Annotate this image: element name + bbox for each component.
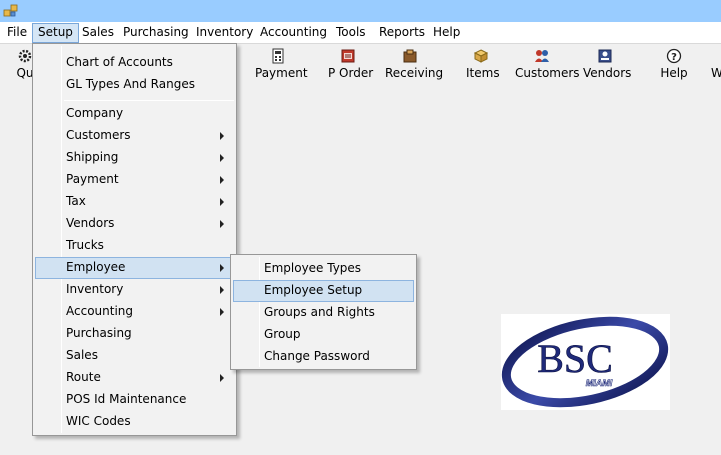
submenu-arrow-icon [220,308,224,316]
menu-item-groups-and-rights[interactable]: Groups and Rights [233,302,414,324]
submenu-arrow-icon [220,154,224,162]
bsc-miami-logo: BSC MIAMI [501,314,670,410]
payment-icon [272,48,284,64]
submenu-arrow-icon [220,220,224,228]
menu-item-employee[interactable]: Employee [35,257,234,279]
vendors-button[interactable]: Vendors [583,46,631,82]
submenu-arrow-icon [220,374,224,382]
menu-help[interactable]: Help [428,23,465,43]
svg-text:MIAMI: MIAMI [586,378,613,388]
svg-text:?: ? [671,52,677,63]
app-icon [3,4,18,17]
receiving-icon [403,49,417,63]
payment-button[interactable]: Payment [255,46,308,82]
menu-sales[interactable]: Sales [77,23,119,43]
menu-bar: File Setup Sales Purchasing Inventory Ac… [0,22,721,44]
menu-item-chart-of-accounts[interactable]: Chart of Accounts [35,52,234,74]
menu-item-payment[interactable]: Payment [35,169,234,191]
items-box-icon [473,49,489,63]
menu-item-vendors[interactable]: Vendors [35,213,234,235]
purchase-order-icon [341,49,355,63]
menu-inventory[interactable]: Inventory [191,23,258,43]
items-button[interactable]: Items [466,46,500,82]
customers-icon [535,50,549,62]
menu-item-inventory[interactable]: Inventory [35,279,234,301]
menu-accounting[interactable]: Accounting [255,23,332,43]
menu-item-employee-setup[interactable]: Employee Setup [233,280,414,302]
submenu-arrow-icon [220,286,224,294]
menu-reports[interactable]: Reports [374,23,430,43]
menu-item-route[interactable]: Route [35,367,234,389]
menu-setup[interactable]: Setup [32,23,79,43]
menu-item-tax[interactable]: Tax [35,191,234,213]
customers-button[interactable]: Customers [515,46,580,82]
help-icon: ? [666,48,682,64]
menu-item-employee-types[interactable]: Employee Types [233,258,414,280]
menu-item-change-password[interactable]: Change Password [233,346,414,368]
submenu-arrow-icon [220,198,224,206]
menu-item-customers[interactable]: Customers [35,125,234,147]
menu-item-shipping[interactable]: Shipping [35,147,234,169]
menu-item-trucks[interactable]: Trucks [35,235,234,257]
submenu-arrow-icon [220,176,224,184]
menu-purchasing[interactable]: Purchasing [118,23,194,43]
menu-item-company[interactable]: Company [35,103,234,125]
menu-item-sales[interactable]: Sales [35,345,234,367]
menu-item-purchasing[interactable]: Purchasing [35,323,234,345]
menu-item-wic-codes[interactable]: WIC Codes [35,411,234,433]
title-bar [0,0,721,22]
submenu-arrow-icon [220,264,224,272]
svg-text:BSC: BSC [537,336,613,381]
purchase-order-button[interactable]: P Order [328,46,373,82]
setup-dropdown-menu: Chart of Accounts GL Types And Ranges Co… [32,43,237,436]
gear-icon [18,49,32,63]
menu-separator [64,100,234,101]
vendors-icon [598,49,612,63]
employee-submenu: Employee Types Employee Setup Groups and… [230,254,417,370]
menu-file[interactable]: File [2,23,32,43]
submenu-arrow-icon [220,132,224,140]
menu-item-gl-types-and-ranges[interactable]: GL Types And Ranges [35,74,234,96]
menu-item-group[interactable]: Group [233,324,414,346]
help-button[interactable]: ? Help [660,46,688,82]
menu-item-pos-id-maintenance[interactable]: POS Id Maintenance [35,389,234,411]
menu-tools[interactable]: Tools [331,23,371,43]
window-button[interactable]: W [711,46,721,82]
receiving-button[interactable]: Receiving [385,46,443,82]
menu-item-accounting[interactable]: Accounting [35,301,234,323]
